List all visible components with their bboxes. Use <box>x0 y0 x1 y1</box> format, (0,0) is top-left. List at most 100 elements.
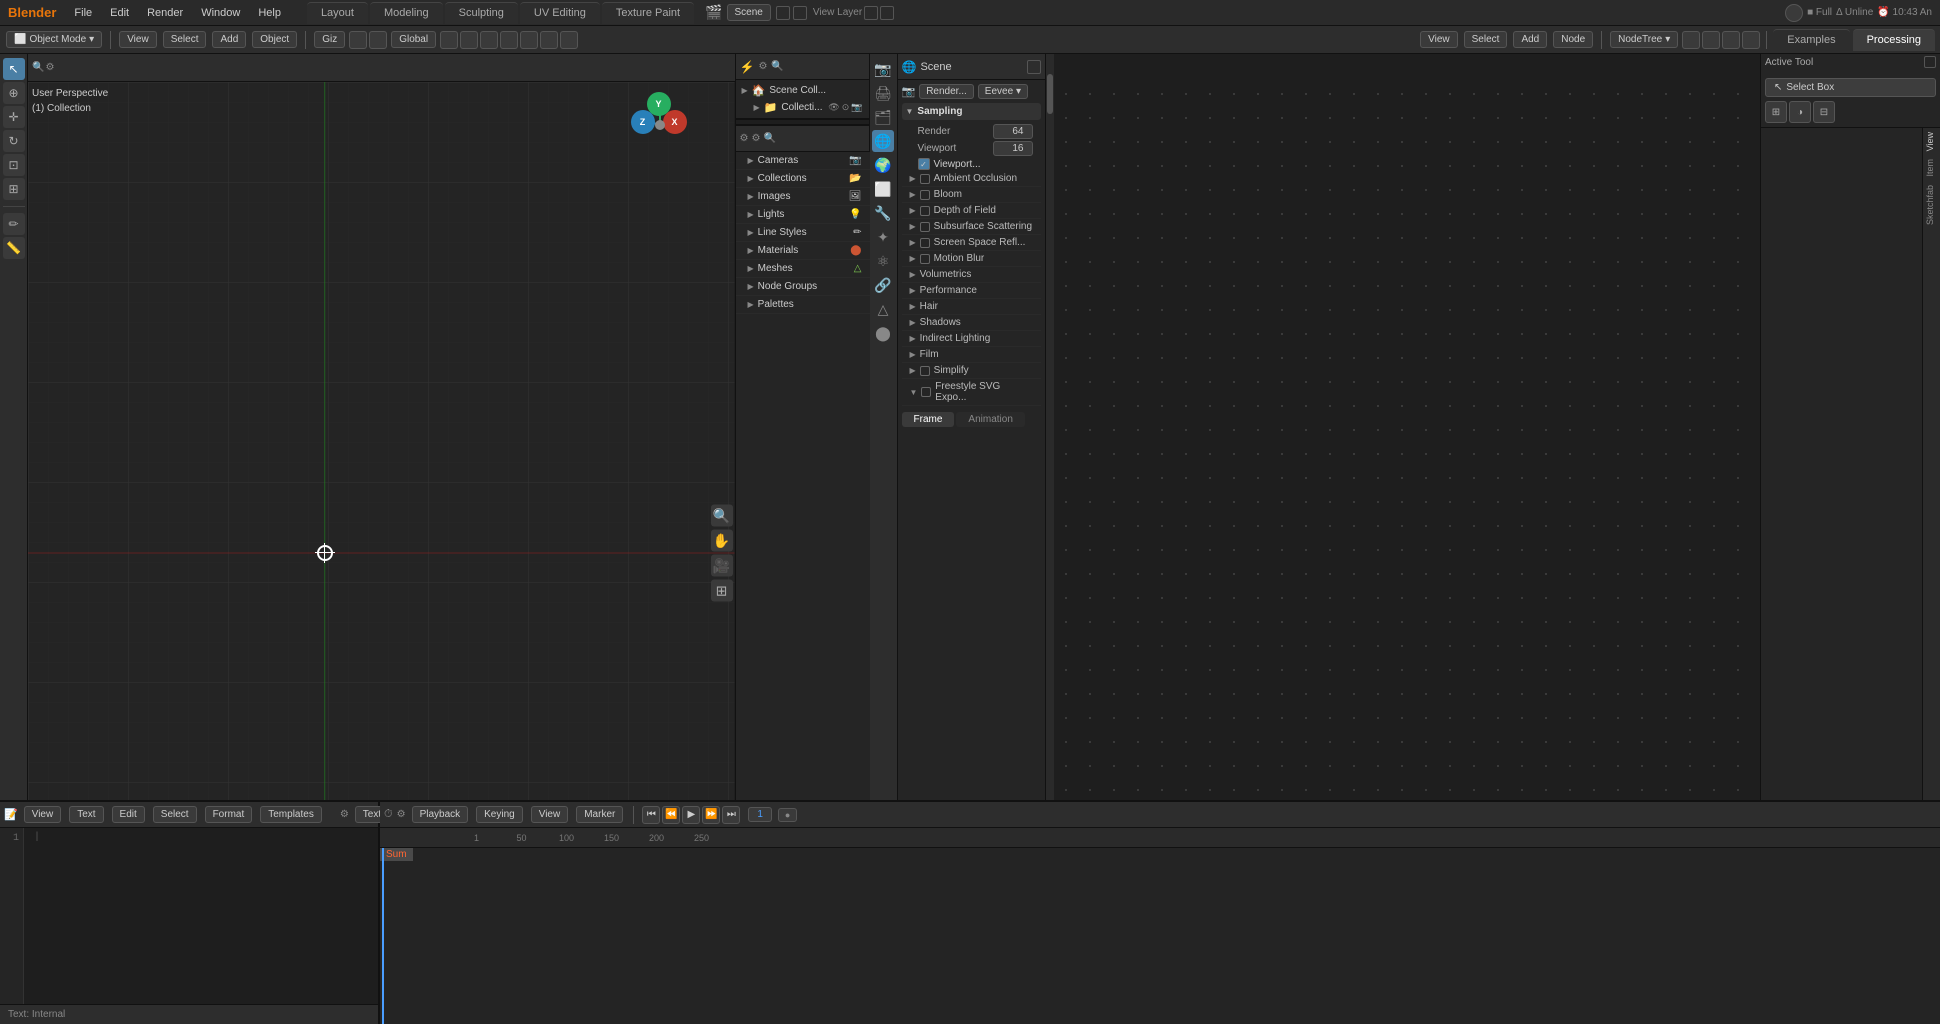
data-meshes[interactable]: ▶ Meshes △ <box>736 260 870 278</box>
select-box-btn[interactable]: ↖ Select Box <box>1765 78 1936 97</box>
ao-cb[interactable] <box>920 174 930 184</box>
vtab-sketchfab[interactable]: Sketchfab <box>1923 181 1940 229</box>
text-editor-content[interactable]: 1 | <box>0 828 378 1004</box>
sampling-header[interactable]: ▼ Sampling <box>902 103 1041 120</box>
tool-annotate[interactable]: ✏ <box>3 213 25 235</box>
freestyle-header[interactable]: ▼ Freestyle SVG Expo... <box>902 379 1041 406</box>
tab-texture-paint[interactable]: Texture Paint <box>602 2 694 24</box>
tab-processing[interactable]: Processing <box>1853 29 1935 51</box>
data-line-styles[interactable]: ▶ Line Styles ✏ <box>736 224 870 242</box>
menu-edit[interactable]: Edit <box>102 5 137 21</box>
pan-tool[interactable]: ✋ <box>711 530 733 552</box>
nav-axis-z[interactable]: Z <box>631 110 655 134</box>
physics-props-icon[interactable]: ⚛ <box>872 250 894 272</box>
view-menu[interactable]: View <box>119 31 157 48</box>
film-header[interactable]: ▶ Film <box>902 347 1041 363</box>
mode-btn-3[interactable]: ⊟ <box>1813 101 1835 123</box>
node-view-menu[interactable]: View <box>1420 31 1458 48</box>
render-icon[interactable]: 📷 <box>851 102 862 113</box>
tl-view[interactable]: View <box>531 806 569 823</box>
menu-file[interactable]: File <box>66 5 100 21</box>
scene-controls[interactable] <box>776 6 790 20</box>
prev-frame[interactable]: ⏪ <box>662 806 680 824</box>
user-avatar[interactable] <box>1785 4 1803 22</box>
volumetrics-header[interactable]: ▶ Volumetrics <box>902 267 1041 283</box>
view-layer-props-icon[interactable]: 🗂 <box>872 106 894 128</box>
record-btn[interactable]: ● <box>778 808 797 822</box>
te-select[interactable]: Select <box>153 806 197 823</box>
ssr-cb[interactable] <box>920 238 930 248</box>
vtab-view[interactable]: View <box>1923 128 1940 155</box>
tool-measure[interactable]: 📏 <box>3 237 25 259</box>
tab-modeling[interactable]: Modeling <box>370 2 443 24</box>
data-images[interactable]: ▶ Images 🖼 <box>736 188 870 206</box>
node-add-menu[interactable]: Add <box>1513 31 1547 48</box>
viewport-denoising-cb[interactable]: ✓ <box>918 158 930 170</box>
grid-tool[interactable]: ⊞ <box>711 580 733 602</box>
overlay-btn[interactable] <box>349 31 367 49</box>
bloom-header[interactable]: ▶ Bloom <box>902 187 1041 203</box>
scene-controls-2[interactable] <box>793 6 807 20</box>
dof-header[interactable]: ▶ Depth of Field <box>902 203 1041 219</box>
te-edit[interactable]: Edit <box>112 806 145 823</box>
current-frame[interactable]: 1 <box>748 807 772 822</box>
ssr-header[interactable]: ▶ Screen Space Refl... <box>902 235 1041 251</box>
mode-btn-2[interactable]: ◑ <box>1789 101 1811 123</box>
tool-move[interactable]: ✛ <box>3 106 25 128</box>
bloom-cb[interactable] <box>920 190 930 200</box>
menu-help[interactable]: Help <box>250 5 289 21</box>
scene-props-icon[interactable]: 🌐 <box>872 130 894 152</box>
render-props-icon[interactable]: 📷 <box>872 58 894 80</box>
data-materials[interactable]: ▶ Materials ⬤ <box>736 242 870 260</box>
vtab-item[interactable]: Item <box>1923 155 1940 181</box>
jump-start[interactable]: ⏮ <box>642 806 660 824</box>
output-props-icon[interactable]: 🖨 <box>872 82 894 104</box>
restrict-icon[interactable]: ⊙ <box>842 102 850 113</box>
grab-tool[interactable] <box>440 31 458 49</box>
render-value[interactable]: 64 <box>993 124 1033 139</box>
menu-window[interactable]: Window <box>193 5 248 21</box>
sss-header[interactable]: ▶ Subsurface Scattering <box>902 219 1041 235</box>
data-cameras[interactable]: ▶ Cameras 📷 <box>736 152 870 170</box>
panel-toggle-1[interactable] <box>1924 56 1936 68</box>
tab-layout[interactable]: Layout <box>307 2 368 24</box>
data-props-icon[interactable]: △ <box>872 298 894 320</box>
te-text[interactable]: Text <box>69 806 103 823</box>
tool-select[interactable]: ↖ <box>3 58 25 80</box>
hair-header[interactable]: ▶ Hair <box>902 299 1041 315</box>
modifier-props-icon[interactable]: 🔧 <box>872 202 894 224</box>
add-menu[interactable]: Add <box>212 31 246 48</box>
xray-btn[interactable] <box>369 31 387 49</box>
mode-btn-1[interactable]: ⊞ <box>1765 101 1787 123</box>
frame-tab[interactable]: Frame <box>902 412 955 427</box>
timeline-content[interactable]: Sum <box>380 848 1940 1024</box>
tl-playback[interactable]: Playback <box>412 806 469 823</box>
object-menu[interactable]: Object <box>252 31 297 48</box>
tab-uv-editing[interactable]: UV Editing <box>520 2 600 24</box>
fs-cb[interactable] <box>921 387 931 397</box>
tool-cursor[interactable]: ⊕ <box>3 82 25 104</box>
shading-render[interactable] <box>560 31 578 49</box>
shadows-header[interactable]: ▶ Shadows <box>902 315 1041 331</box>
node-ctrl2[interactable] <box>1702 31 1720 49</box>
outliner-scene-collection[interactable]: ▶ 🏠 Scene Coll... <box>738 82 867 99</box>
tab-examples[interactable]: Examples <box>1773 29 1849 51</box>
tool-transform[interactable]: ⊞ <box>3 178 25 200</box>
outliner-collection[interactable]: ▶ 📁 Collecti... 👁 ⊙ 📷 <box>738 99 867 116</box>
constraints-props-icon[interactable]: 🔗 <box>872 274 894 296</box>
render-engine-btn[interactable]: Render... <box>919 84 974 99</box>
zoom-tool[interactable]: 🔍 <box>711 505 733 527</box>
node-tree-selector[interactable]: NodeTree ▾ <box>1610 31 1678 48</box>
scene-selector[interactable]: Scene <box>727 4 771 21</box>
play-btn[interactable]: ▶ <box>682 806 700 824</box>
sss-cb[interactable] <box>920 222 930 232</box>
data-lights[interactable]: ▶ Lights 💡 <box>736 206 870 224</box>
indirect-lighting-header[interactable]: ▶ Indirect Lighting <box>902 331 1041 347</box>
simp-cb[interactable] <box>920 366 930 376</box>
data-node-groups[interactable]: ▶ Node Groups <box>736 278 870 296</box>
shading-wire[interactable] <box>520 31 538 49</box>
giz-btn[interactable]: Giz <box>314 31 345 48</box>
rotate-tool[interactable] <box>460 31 478 49</box>
material-props-icon[interactable]: ⬤ <box>872 322 894 344</box>
global-btn[interactable]: Global <box>391 31 436 48</box>
